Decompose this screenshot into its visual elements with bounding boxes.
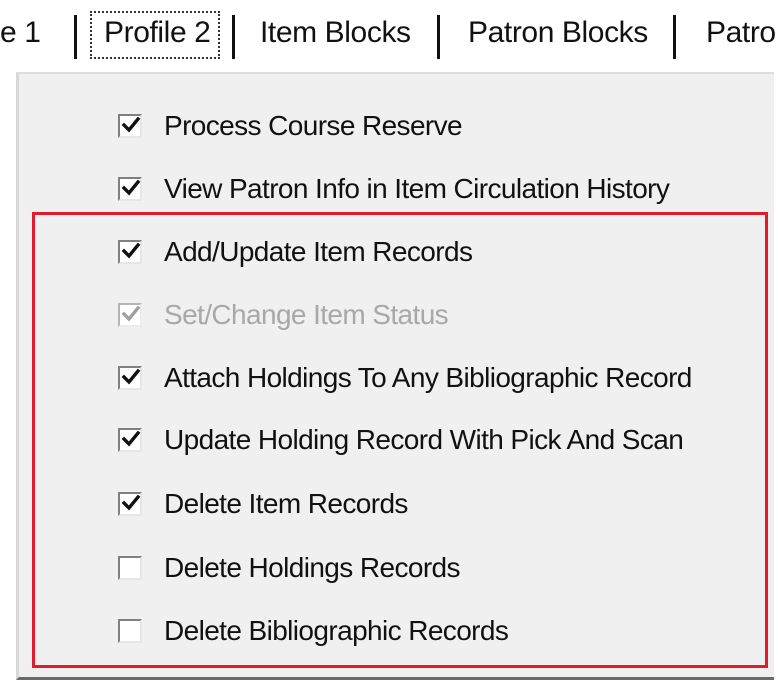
- checkmark-icon: [121, 494, 141, 511]
- tab-divider: [74, 15, 77, 59]
- permission-row[interactable]: Delete Item Records: [118, 486, 408, 522]
- permission-row[interactable]: Delete Bibliographic Records: [118, 613, 509, 649]
- permission-row[interactable]: Process Course Reserve: [118, 108, 463, 144]
- permission-checkbox[interactable]: [118, 428, 142, 452]
- permission-row[interactable]: Delete Holdings Records: [118, 550, 461, 586]
- permission-row[interactable]: Attach Holdings To Any Bibliographic Rec…: [118, 360, 692, 396]
- tab-profile-1[interactable]: e 1: [0, 16, 41, 50]
- checkmark-icon: [121, 116, 141, 133]
- tab-patron-truncated[interactable]: Patro: [706, 16, 776, 50]
- permission-checkbox[interactable]: [118, 366, 142, 390]
- permission-checkbox[interactable]: [118, 492, 142, 516]
- permission-checkbox[interactable]: [118, 619, 142, 643]
- permission-row[interactable]: View Patron Info in Item Circulation His…: [118, 171, 670, 207]
- checkmark-icon: [121, 305, 141, 322]
- tab-divider: [232, 15, 235, 59]
- permission-label: Attach Holdings To Any Bibliographic Rec…: [164, 362, 692, 393]
- permission-checkbox[interactable]: [118, 556, 142, 580]
- permission-label: Delete Holdings Records: [164, 552, 461, 583]
- permission-checkbox[interactable]: [118, 114, 142, 138]
- permission-label: Delete Bibliographic Records: [164, 615, 509, 646]
- tab-strip: e 1 Profile 2 Item Blocks Patron Blocks …: [0, 0, 778, 72]
- permission-row[interactable]: Set/Change Item Status: [118, 297, 449, 333]
- panel-right-edge: [774, 72, 778, 680]
- checkmark-icon: [121, 368, 141, 385]
- checkmark-icon: [121, 242, 141, 259]
- checkmark-icon: [121, 179, 141, 196]
- permission-label: Update Holding Record With Pick And Scan: [164, 424, 684, 455]
- permission-row[interactable]: Add/Update Item Records: [118, 234, 473, 270]
- permission-row[interactable]: Update Holding Record With Pick And Scan: [118, 422, 684, 458]
- permission-checkbox[interactable]: [118, 177, 142, 201]
- tab-divider: [673, 15, 676, 59]
- permission-checkbox[interactable]: [118, 303, 142, 327]
- permission-label: Add/Update Item Records: [164, 236, 473, 267]
- permissions-dialog: e 1 Profile 2 Item Blocks Patron Blocks …: [0, 0, 778, 685]
- permission-label: Process Course Reserve: [164, 110, 463, 141]
- tab-patron-blocks[interactable]: Patron Blocks: [468, 16, 648, 50]
- checkmark-icon: [121, 430, 141, 447]
- permission-label: Delete Item Records: [164, 488, 408, 519]
- permission-label: Set/Change Item Status: [164, 299, 449, 330]
- tab-item-blocks[interactable]: Item Blocks: [260, 16, 411, 50]
- tab-profile-2[interactable]: Profile 2: [104, 16, 211, 50]
- permission-checkbox[interactable]: [118, 240, 142, 264]
- tab-divider: [437, 15, 440, 59]
- permission-label: View Patron Info in Item Circulation His…: [164, 173, 670, 204]
